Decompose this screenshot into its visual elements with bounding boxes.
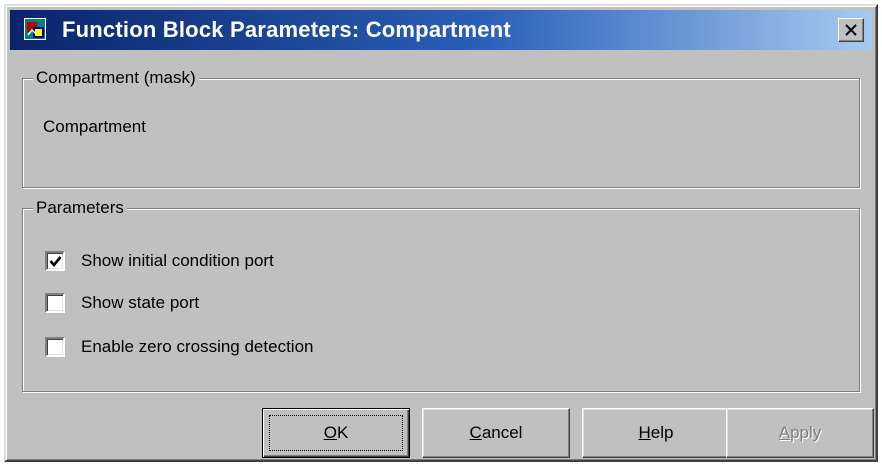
window-title: Function Block Parameters: Compartment (62, 17, 511, 42)
apply-button[interactable]: Apply (726, 408, 874, 458)
option-label: Show initial condition port (81, 251, 274, 270)
help-button[interactable]: Help (582, 408, 730, 458)
simulink-block-icon[interactable] (24, 18, 46, 40)
close-x-icon (845, 24, 857, 36)
parameters-group-legend: Parameters (33, 197, 127, 219)
help-label: Help (638, 423, 674, 442)
close-button[interactable] (838, 18, 864, 42)
mask-description-text: Compartment (43, 117, 146, 136)
checkbox-state-port[interactable] (45, 293, 65, 313)
dialog-window: Function Block Parameters: Compartment C… (4, 4, 878, 462)
mask-description-group: Compartment (mask) Compartment (22, 67, 860, 188)
parameters-group: Parameters Show initial condition port S… (22, 197, 860, 392)
cancel-button[interactable]: Cancel (422, 408, 570, 458)
option-show-initial-condition-port[interactable]: Show initial condition port (45, 249, 274, 273)
option-enable-zero-crossing[interactable]: Enable zero crossing detection (45, 335, 313, 359)
ok-label: OK (323, 423, 349, 442)
checkbox-zero-crossing[interactable] (45, 337, 65, 357)
mask-group-legend: Compartment (mask) (33, 67, 199, 89)
ok-button[interactable]: OK (262, 408, 410, 458)
title-bar[interactable]: Function Block Parameters: Compartment (10, 10, 872, 50)
option-show-state-port[interactable]: Show state port (45, 291, 199, 315)
checkmark-icon (49, 255, 62, 267)
checkbox-initial-condition[interactable] (45, 251, 65, 271)
option-label: Enable zero crossing detection (81, 337, 314, 356)
cancel-label: Cancel (469, 423, 523, 442)
apply-label: Apply (778, 423, 822, 442)
option-label: Show state port (81, 293, 200, 312)
